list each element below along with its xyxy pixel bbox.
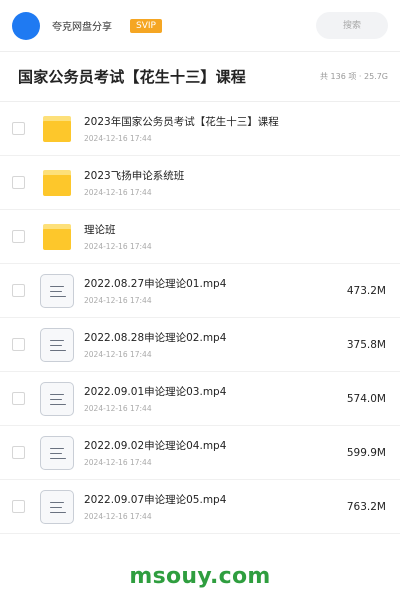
file-name[interactable]: 2022.09.01申论理论03.mp4 [84,384,347,399]
file-row[interactable]: 2022.08.28申论理论02.mp4 2024-12-16 17:44 37… [0,318,400,372]
file-size: 375.8M [346,338,386,351]
file-size: 473.2M [346,284,386,297]
file-date: 2024-12-16 17:44 [84,134,152,143]
file-name[interactable]: 2022.08.28申论理论02.mp4 [84,330,347,345]
file-date: 2024-12-16 17:44 [84,188,152,197]
row-checkbox[interactable] [12,230,25,243]
file-row[interactable]: 2023年国家公务员考试【花生十三】课程 2024-12-16 17:44 [0,102,400,156]
document-icon [40,327,74,362]
file-size: 763.2M [346,500,386,513]
row-checkbox[interactable] [12,500,25,513]
username: 夸克网盘分享 [52,22,112,33]
row-checkbox[interactable] [12,176,25,189]
file-date: 2024-12-16 17:44 [84,512,152,521]
file-size: 574.0M [346,392,386,405]
folder-icon [43,115,71,142]
file-row[interactable]: 2022.09.01申论理论03.mp4 2024-12-16 17:44 57… [0,372,400,426]
file-row[interactable]: 2022.09.02申论理论04.mp4 2024-12-16 17:44 59… [0,426,400,480]
app-header: 夸克网盘分享 SVIP [0,0,400,52]
page-title: 国家公务员考试【花生十三】课程 [18,68,247,86]
file-name[interactable]: 理论班 [84,222,386,237]
watermark-text: msouy.com [129,564,271,589]
document-icon [40,273,74,308]
row-checkbox[interactable] [12,122,25,135]
avatar[interactable] [12,11,40,40]
folder-title-bar: 国家公务员考试【花生十三】课程 共 136 项 · 25.7G [0,52,400,102]
row-checkbox[interactable] [12,338,25,351]
folder-icon [43,169,71,196]
file-row[interactable]: 2022.08.27申论理论01.mp4 2024-12-16 17:44 47… [0,264,400,318]
file-date: 2024-12-16 17:44 [84,404,152,413]
svip-badge: SVIP [130,18,162,33]
folder-icon [43,223,71,250]
file-size: 599.9M [346,446,386,459]
file-name[interactable]: 2022.09.07申论理论05.mp4 [84,492,347,507]
file-row[interactable]: 理论班 2024-12-16 17:44 [0,210,400,264]
file-name[interactable]: 2022.08.27申论理论01.mp4 [84,276,347,291]
file-list: 2023年国家公务员考试【花生十三】课程 2024-12-16 17:44 20… [0,102,400,534]
row-checkbox[interactable] [12,392,25,405]
file-name[interactable]: 2022.09.02申论理论04.mp4 [84,438,347,453]
item-summary: 共 136 项 · 25.7G [320,72,388,81]
file-date: 2024-12-16 17:44 [84,458,152,467]
file-row[interactable]: 2023飞扬申论系统班 2024-12-16 17:44 [0,156,400,210]
file-name[interactable]: 2023飞扬申论系统班 [84,168,386,183]
search-input[interactable] [316,12,388,39]
file-date: 2024-12-16 17:44 [84,242,152,251]
file-row[interactable]: 2022.09.07申论理论05.mp4 2024-12-16 17:44 76… [0,480,400,534]
file-date: 2024-12-16 17:44 [84,296,152,305]
document-icon [40,381,74,416]
file-name[interactable]: 2023年国家公务员考试【花生十三】课程 [84,114,386,129]
row-checkbox[interactable] [12,446,25,459]
row-checkbox[interactable] [12,284,25,297]
document-icon [40,489,74,524]
document-icon [40,435,74,470]
file-date: 2024-12-16 17:44 [84,350,152,359]
